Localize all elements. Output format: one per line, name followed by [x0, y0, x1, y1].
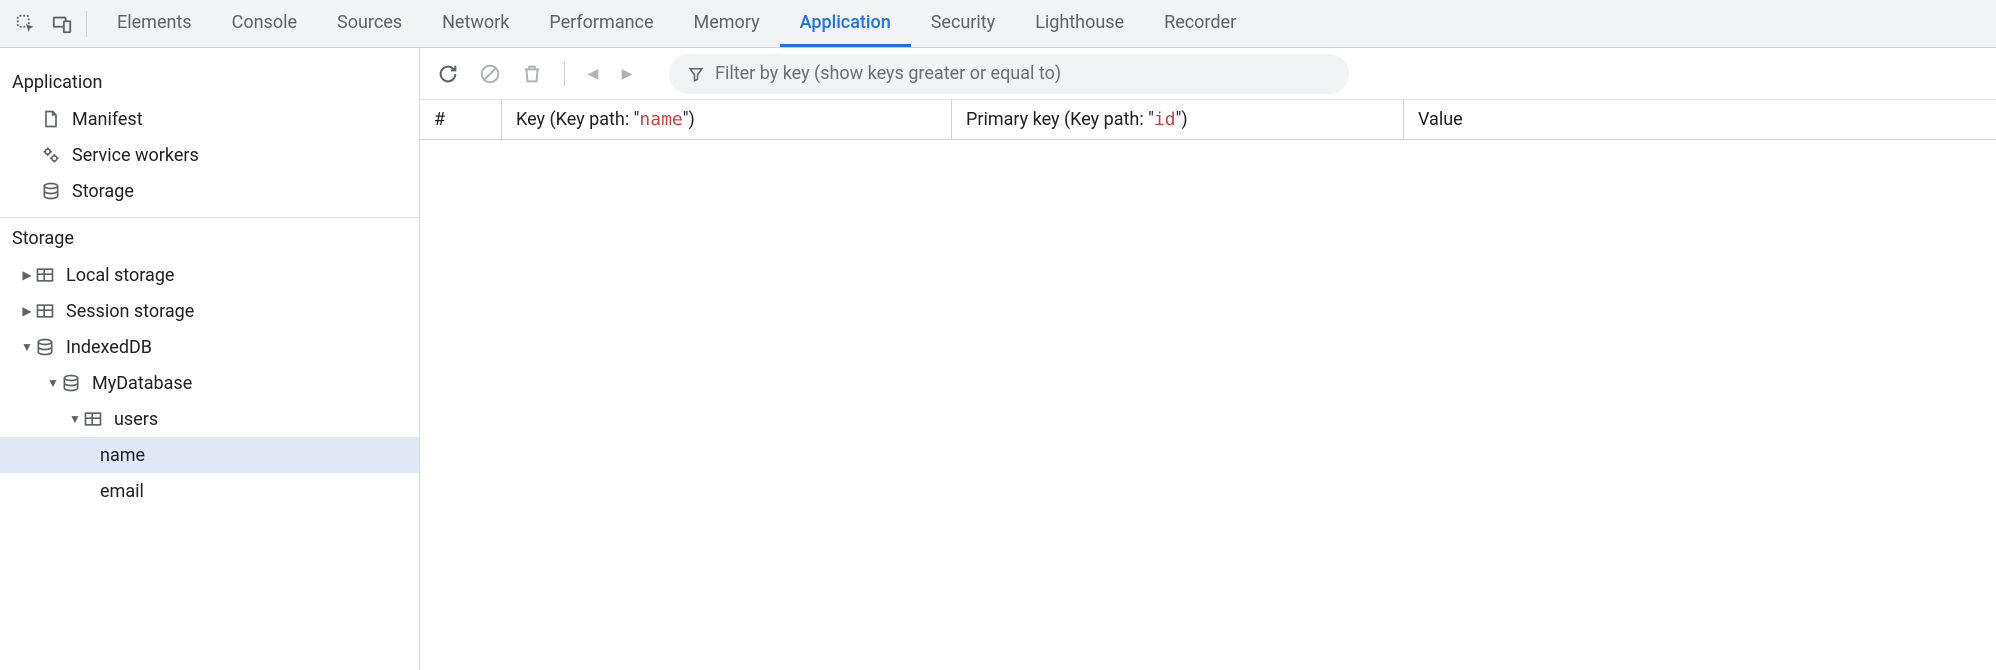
database-icon [60, 372, 82, 394]
filter-placeholder: Filter by key (show keys greater or equa… [715, 63, 1061, 84]
filter-icon [687, 65, 705, 83]
database-icon [40, 180, 62, 202]
document-icon [40, 108, 62, 130]
tab-sources[interactable]: Sources [317, 0, 422, 47]
column-key-path: name [639, 109, 682, 130]
section-title-application: Application [0, 62, 419, 101]
tab-lighthouse[interactable]: Lighthouse [1015, 0, 1144, 47]
sidebar-item-label: MyDatabase [92, 373, 192, 394]
tab-elements[interactable]: Elements [97, 0, 212, 47]
chevron-right-icon: ▶ [20, 268, 34, 282]
table-header: # Key (Key path: "name") Primary key (Ke… [420, 100, 1996, 140]
tab-security[interactable]: Security [911, 0, 1015, 47]
table-icon [82, 408, 104, 430]
column-index[interactable]: # [420, 100, 502, 139]
device-toolbar-icon[interactable] [44, 6, 80, 42]
sidebar-item-label: Session storage [66, 301, 194, 322]
column-primary-key[interactable]: Primary key (Key path: "id") [952, 100, 1404, 139]
sidebar-item-label: users [114, 409, 158, 430]
tab-application[interactable]: Application [780, 0, 911, 47]
inspect-element-icon[interactable] [8, 6, 44, 42]
sidebar-item-label: Local storage [66, 265, 174, 286]
toolbar-divider [564, 62, 565, 86]
panel-tabs: Elements Console Sources Network Perform… [97, 0, 1256, 47]
sidebar-item-index-email[interactable]: email [0, 473, 419, 509]
sidebar-item-label: name [100, 445, 145, 466]
column-key[interactable]: Key (Key path: "name") [502, 100, 952, 139]
column-value[interactable]: Value [1404, 100, 1996, 139]
database-icon [34, 336, 56, 358]
content-pane: ◀ ▶ Filter by key (show keys greater or … [420, 48, 1996, 670]
prev-page-button[interactable]: ◀ [583, 64, 603, 84]
chevron-down-icon: ▼ [20, 340, 34, 354]
chevron-right-icon: ▶ [20, 304, 34, 318]
tab-recorder[interactable]: Recorder [1144, 0, 1256, 47]
sidebar-item-local-storage[interactable]: ▶ Local storage [0, 257, 419, 293]
sidebar-item-label: Service workers [72, 145, 199, 166]
section-title-storage: Storage [0, 218, 419, 257]
main-area: Application Manifest Service workers [0, 48, 1996, 670]
tabbar-divider [86, 11, 87, 37]
gears-icon [40, 144, 62, 166]
table-icon [34, 264, 56, 286]
sidebar-item-index-name[interactable]: name [0, 437, 419, 473]
sidebar-item-storage[interactable]: Storage [0, 173, 419, 209]
sidebar-item-session-storage[interactable]: ▶ Session storage [0, 293, 419, 329]
column-primary-prefix: Primary key (Key path: " [966, 109, 1154, 130]
clear-button[interactable] [476, 60, 504, 88]
column-primary-suffix: ") [1176, 109, 1188, 130]
column-key-prefix: Key (Key path: " [516, 109, 639, 130]
sidebar-item-label: Manifest [72, 109, 143, 130]
next-page-button[interactable]: ▶ [617, 64, 637, 84]
sidebar-item-label: IndexedDB [66, 337, 152, 358]
sidebar-item-object-store[interactable]: ▼ users [0, 401, 419, 437]
tab-memory[interactable]: Memory [674, 0, 780, 47]
sidebar-item-label: Storage [72, 181, 134, 202]
table-icon [34, 300, 56, 322]
sidebar-item-service-workers[interactable]: Service workers [0, 137, 419, 173]
sidebar-item-manifest[interactable]: Manifest [0, 101, 419, 137]
delete-button[interactable] [518, 60, 546, 88]
column-key-suffix: ") [683, 109, 695, 130]
application-sidebar: Application Manifest Service workers [0, 48, 420, 670]
devtools-tabbar: Elements Console Sources Network Perform… [0, 0, 1996, 48]
content-toolbar: ◀ ▶ Filter by key (show keys greater or … [420, 48, 1996, 100]
tab-performance[interactable]: Performance [529, 0, 673, 47]
tab-console[interactable]: Console [212, 0, 317, 47]
chevron-down-icon: ▼ [68, 412, 82, 426]
refresh-button[interactable] [434, 60, 462, 88]
chevron-down-icon: ▼ [46, 376, 60, 390]
sidebar-item-database[interactable]: ▼ MyDatabase [0, 365, 419, 401]
sidebar-item-label: email [100, 481, 144, 502]
filter-input[interactable]: Filter by key (show keys greater or equa… [669, 54, 1349, 94]
sidebar-item-indexeddb[interactable]: ▼ IndexedDB [0, 329, 419, 365]
tab-network[interactable]: Network [422, 0, 529, 47]
column-primary-path: id [1154, 109, 1176, 130]
